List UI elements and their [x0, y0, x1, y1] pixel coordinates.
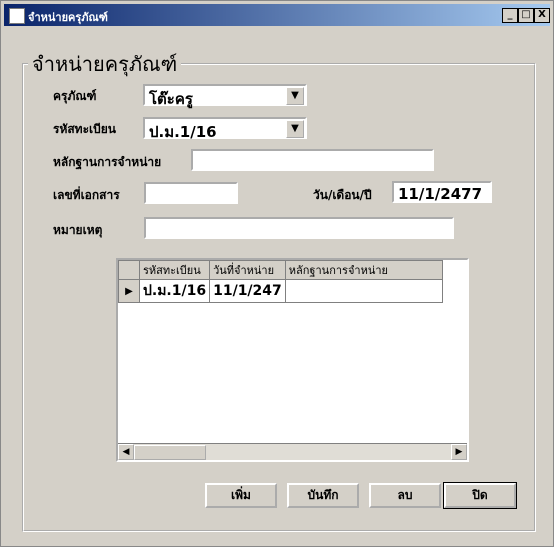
- equipment-select-value: โต๊ะครู: [149, 90, 193, 108]
- scroll-left-icon[interactable]: ◀: [118, 444, 134, 460]
- doc-no-input[interactable]: [144, 182, 238, 204]
- add-button[interactable]: เพิ่ม: [205, 483, 277, 508]
- scrollbar-thumb[interactable]: [134, 445, 206, 460]
- horizontal-scrollbar[interactable]: ◀ ▶: [118, 443, 467, 460]
- doc-no-label: เลขที่เอกสาร: [53, 188, 120, 202]
- cell-reg-code[interactable]: ป.ม.1/16: [138, 279, 211, 303]
- evidence-label: หลักฐานการจำหน่าย: [53, 155, 162, 169]
- minimize-button[interactable]: _: [502, 8, 518, 23]
- close-window-button[interactable]: X: [534, 8, 550, 23]
- app-icon: [9, 8, 25, 24]
- main-window: จำหน่ายครุภัณฑ์ _ □ X จำหน่ายครุภัณฑ์ คร…: [0, 0, 554, 547]
- evidence-input[interactable]: [191, 149, 434, 171]
- reg-code-select[interactable]: ป.ม.1/16 ▼: [143, 117, 307, 141]
- cell-evidence[interactable]: [284, 279, 443, 303]
- disposal-grid[interactable]: รหัสทะเบียน วันที่จำหน่าย หลักฐานการจำหน…: [116, 258, 469, 462]
- equipment-select[interactable]: โต๊ะครู ▼: [143, 84, 307, 108]
- window-title: จำหน่ายครุภัณฑ์: [28, 11, 108, 24]
- note-input[interactable]: [144, 217, 454, 239]
- grid-table: รหัสทะเบียน วันที่จำหน่าย หลักฐานการจำหน…: [118, 260, 443, 303]
- group-title: จำหน่ายครุภัณฑ์: [32, 52, 178, 76]
- delete-button[interactable]: ลบ: [369, 483, 441, 508]
- date-label: วัน/เดือน/ปี: [313, 188, 372, 202]
- row-selector-icon[interactable]: ▶: [118, 279, 140, 303]
- chevron-down-icon[interactable]: ▼: [286, 87, 304, 105]
- table-row[interactable]: ▶ ป.ม.1/16 11/1/247: [118, 279, 443, 303]
- column-header-date[interactable]: วันที่จำหน่าย: [209, 260, 286, 280]
- close-button[interactable]: ปิด: [443, 482, 517, 509]
- column-header-evidence[interactable]: หลักฐานการจำหน่าย: [284, 260, 443, 280]
- grid-header-row: รหัสทะเบียน วันที่จำหน่าย หลักฐานการจำหน…: [118, 260, 443, 280]
- cell-date[interactable]: 11/1/247: [209, 279, 286, 303]
- chevron-down-icon[interactable]: ▼: [286, 120, 304, 138]
- date-input[interactable]: 11/1/2477: [392, 181, 492, 203]
- maximize-button[interactable]: □: [518, 8, 534, 23]
- scroll-right-icon[interactable]: ▶: [451, 444, 467, 460]
- note-label: หมายเหตุ: [53, 223, 103, 237]
- save-button[interactable]: บันทึก: [287, 483, 359, 508]
- grid-corner: [118, 260, 140, 280]
- column-header-reg-code[interactable]: รหัสทะเบียน: [138, 260, 211, 280]
- title-bar: จำหน่ายครุภัณฑ์ _ □ X: [4, 4, 550, 26]
- equipment-label: ครุภัณฑ์: [53, 89, 97, 103]
- reg-code-select-value: ป.ม.1/16: [149, 123, 217, 141]
- reg-code-label: รหัสทะเบียน: [53, 122, 116, 136]
